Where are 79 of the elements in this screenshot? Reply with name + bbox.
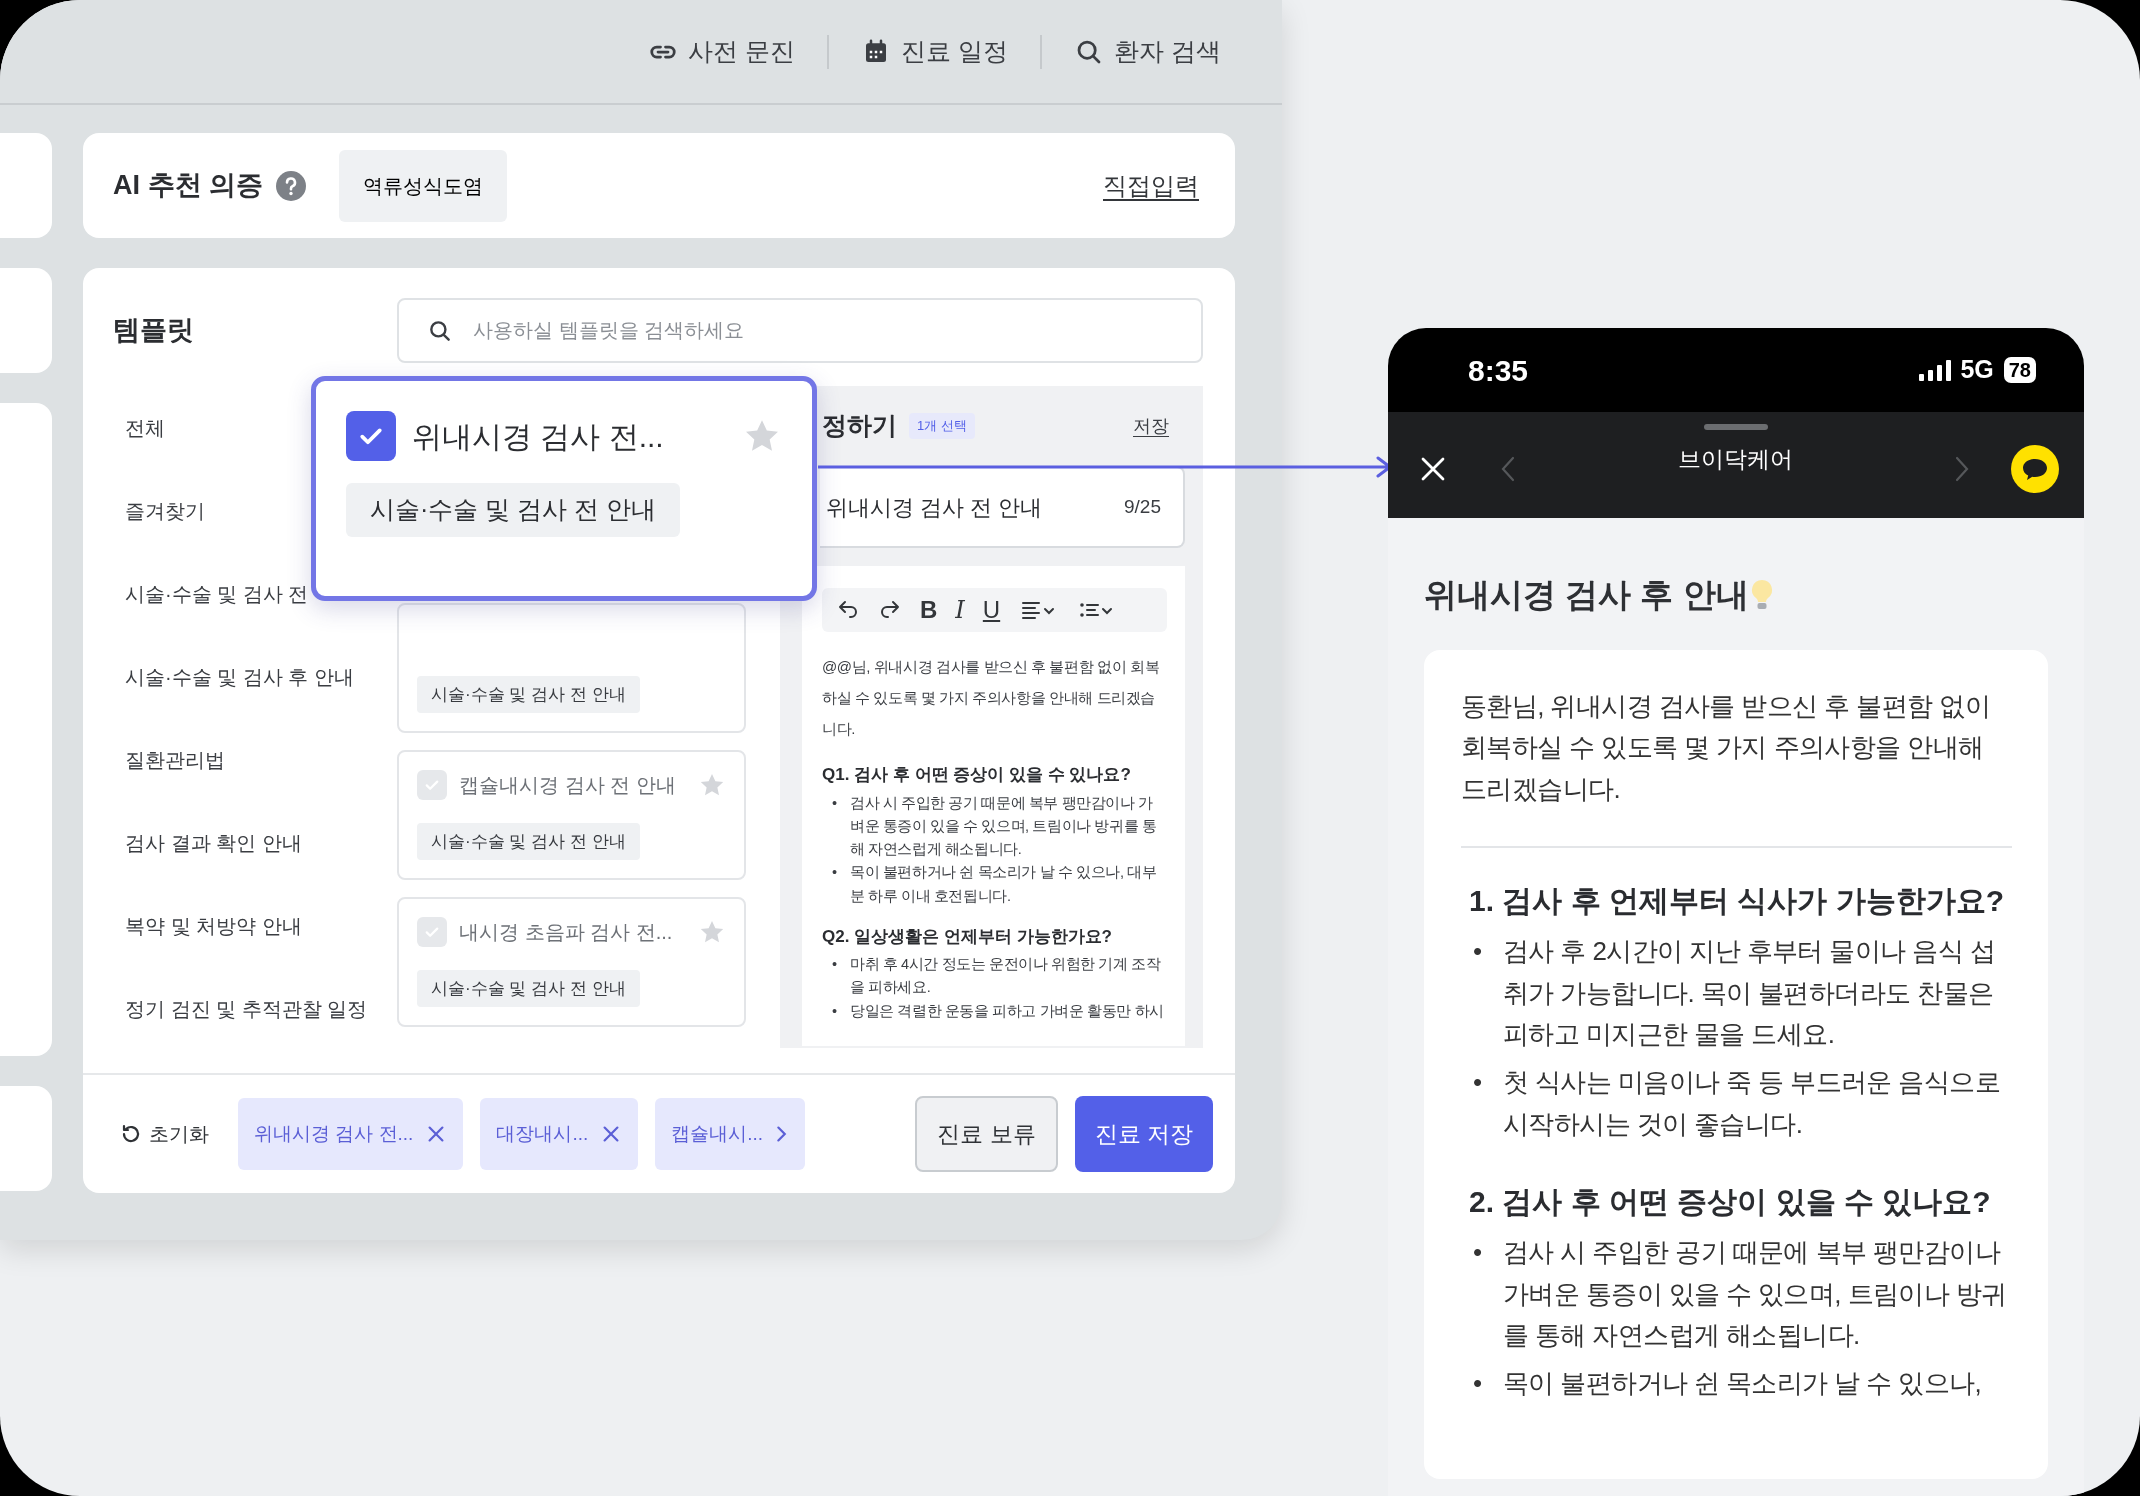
category-item[interactable]: 질환관리법: [125, 718, 225, 801]
category-item[interactable]: 복약 및 처방약 안내: [125, 884, 302, 967]
template-title: 위내시경 검사 전...: [412, 418, 664, 455]
bullet-text: 검사 시 주입한 공기 때문에 복부 팽만감이나 가벼운 통증이 있을 수 있으며, 트림이나 방귀를 통해 자연스럽게 해소됩니다.: [850, 793, 1158, 860]
chat-bubble-icon[interactable]: [2010, 444, 2060, 494]
highlighted-template-card[interactable]: 위내시경 검사 전... 시술·수술 및 검사 전 안내: [311, 376, 817, 601]
help-icon: [275, 169, 307, 202]
title-field[interactable]: 위내시경 검사 전 안내 9/25: [820, 466, 1185, 548]
bullet-text: 당일은 격렬한 운동을 피하고 가벼운 활동만 하시: [850, 1001, 1164, 1021]
chevron-left-icon[interactable]: [1500, 454, 1516, 484]
section-heading: 2. 검사 후 어떤 증상이 있을 수 있나요?: [1469, 1184, 1992, 1221]
section-title: AI 추천 의증: [113, 169, 263, 203]
underline-button[interactable]: U: [982, 598, 1001, 622]
category-tag: 시술·수술 및 검사 전 안내: [417, 822, 640, 860]
title-value: 위내시경 검사 전 안내: [826, 493, 1043, 522]
category-item[interactable]: 시술·수술 및 검사 후 안내: [125, 635, 354, 718]
template-item[interactable]: 시술·수술 및 검사 전 안내: [397, 603, 746, 733]
italic-button[interactable]: I: [955, 598, 965, 622]
character-counter: 9/25: [1124, 494, 1161, 519]
nav-link[interactable]: 환자 검색: [1068, 31, 1227, 72]
app-title: 브이닥케어: [1676, 444, 1794, 474]
template-item[interactable]: 캡슐내시경 검사 전 안내 시술·수술 및 검사 전 안내: [397, 750, 746, 880]
bullet-marker: •: [1473, 935, 1483, 969]
question-heading: Q1. 검사 후 어떤 증상이 있을 수 있나요?: [822, 764, 1132, 787]
category-item[interactable]: 전체: [125, 386, 165, 469]
save-button[interactable]: 진료 저장: [1074, 1096, 1213, 1172]
bullet-text: 검사 시 주입한 공기 때문에 복부 팽만감이나 가벼운 통증이 있을 수 있으며, 트림이나 방귀를 통해 자연스럽게 해소됩니다.: [1503, 1236, 2008, 1353]
selection-badge: 1개 선택: [909, 413, 975, 439]
drag-handle[interactable]: [1704, 424, 1768, 430]
message-intro: 동환님, 위내시경 검사를 받으신 후 불편함 없이 회복하실 수 있도록 몇 가지 주의사항을 안내해 드리겠습니다.: [1461, 689, 1991, 806]
bullet-marker: •: [1473, 1367, 1483, 1401]
bullet-marker: •: [832, 863, 838, 883]
category-tag: 시술·수술 및 검사 전 안내: [346, 483, 681, 537]
editor-heading: 정하기: [822, 410, 897, 442]
message-title: 위내시경 검사 후 안내: [1424, 575, 1749, 615]
hold-button[interactable]: 진료 보류: [915, 1096, 1058, 1172]
nav-link[interactable]: 사전 문진: [642, 31, 802, 72]
bullet-marker: •: [832, 1001, 838, 1021]
network-label: 5G: [1960, 354, 1994, 386]
checkbox[interactable]: [417, 917, 447, 947]
category-item[interactable]: 즐겨찾기: [125, 469, 205, 552]
save-link[interactable]: 저장: [1133, 412, 1169, 440]
bullet-marker: •: [1473, 1236, 1483, 1270]
body-paragraph: @@님, 위내시경 검사를 받으신 후 불편함 없이 회복하실 수 있도록 몇 가지 주의사항을 안내해 드리겠습니다.: [822, 657, 1161, 739]
chevron-right-icon[interactable]: [1954, 454, 1970, 484]
bullet-marker: •: [1473, 1066, 1483, 1100]
template-title: 내시경 초음파 검사 전...: [459, 920, 673, 945]
diagnosis-chip[interactable]: 역류성식도염: [339, 149, 507, 222]
bullet-text: 마취 후 4시간 정도는 운전이나 위험한 기계 조작을 피하세요.: [850, 955, 1162, 998]
selected-template-chip[interactable]: 대장내시...: [480, 1098, 639, 1170]
checkbox[interactable]: [417, 770, 447, 800]
selected-template-chip[interactable]: 캡슐내시...: [655, 1098, 806, 1170]
bullet-text: 첫 식사는 미음이나 죽 등 부드러운 음식으로 시작하시는 것이 좋습니다.: [1503, 1066, 2001, 1141]
bold-button[interactable]: B: [920, 598, 938, 622]
bullet-marker: •: [832, 955, 838, 975]
template-title: 캡슐내시경 검사 전 안내: [459, 773, 676, 798]
template-item[interactable]: 내시경 초음파 검사 전... 시술·수술 및 검사 전 안내: [397, 897, 746, 1027]
battery-level: 78: [2003, 357, 2036, 383]
bullet-text: 검사 후 2시간이 지난 후부터 물이나 음식 섭취가 가능합니다. 목이 불편하더라도 찬물은 피하고 미지근한 물을 드세요.: [1503, 935, 1997, 1052]
bullet-text: 목이 불편하거나 쉰 목소리가 날 수 있으나,: [1503, 1367, 1982, 1401]
signal-icon: [1918, 358, 1953, 382]
checkbox[interactable]: [346, 411, 396, 461]
section-heading: 1. 검사 후 언제부터 식사가 가능한가요?: [1469, 883, 2006, 920]
nav-link[interactable]: 진료 일정: [855, 31, 1015, 72]
status-time: 8:35: [1468, 352, 1529, 389]
reset-button[interactable]: 초기화: [113, 1118, 215, 1150]
selected-template-chip[interactable]: 위내시경 검사 전...: [238, 1098, 464, 1170]
search-field[interactable]: 사용하실 템플릿을 검색하세요: [397, 298, 1203, 363]
category-tag: 시술·수술 및 검사 전 안내: [417, 969, 640, 1007]
category-item[interactable]: 시술·수술 및 검사 전: [125, 552, 309, 635]
category-item[interactable]: 검사 결과 확인 안내: [125, 801, 302, 884]
category-item[interactable]: 정기 검진 및 추적관찰 일정: [125, 967, 368, 1050]
bullet-text: 목이 불편하거나 쉰 목소리가 날 수 있으나, 대부분 하루 이내 호전됩니다.: [850, 863, 1158, 906]
category-tag: 시술·수술 및 검사 전 안내: [417, 675, 640, 713]
manual-input-link[interactable]: 직접입력: [1103, 167, 1199, 204]
section-title: 템플릿: [113, 314, 195, 348]
search-icon: [427, 318, 453, 344]
question-heading: Q2. 일상생활은 언제부터 가능한가요?: [822, 925, 1113, 948]
bullet-marker: •: [832, 793, 838, 813]
